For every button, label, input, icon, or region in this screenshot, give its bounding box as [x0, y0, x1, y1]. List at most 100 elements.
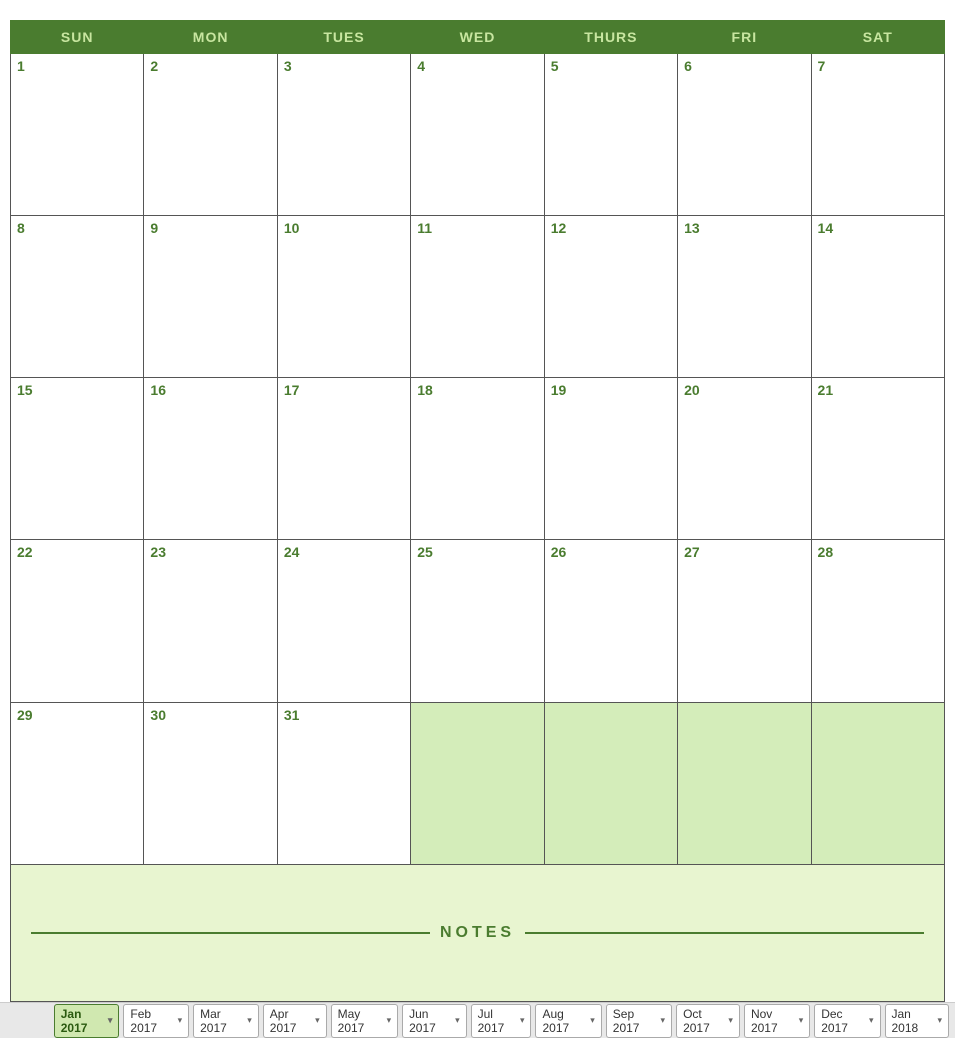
day-number: 6 — [684, 58, 692, 74]
month-tab-label: Apr 2017 — [270, 1007, 313, 1035]
month-tab-mar-2017[interactable]: Mar 2017▾ — [193, 1004, 259, 1038]
chevron-down-icon: ▾ — [108, 1015, 113, 1026]
day-cell-4-0: 29 — [11, 702, 144, 864]
day-cell-1-0: 8 — [11, 216, 144, 378]
day-cell-3-5: 27 — [678, 540, 811, 702]
day-cell-0-1: 2 — [144, 54, 277, 216]
chevron-down-icon: ▾ — [661, 1015, 666, 1026]
day-number: 30 — [150, 707, 166, 723]
day-number: 22 — [17, 544, 33, 560]
chevron-down-icon: ▾ — [869, 1015, 874, 1026]
day-cell-0-6: 7 — [811, 54, 944, 216]
day-number: 3 — [284, 58, 292, 74]
day-number: 5 — [551, 58, 559, 74]
month-tab-feb-2017[interactable]: Feb 2017▾ — [123, 1004, 189, 1038]
header-thurs: THURS — [544, 21, 677, 54]
list-icon[interactable] — [30, 1010, 50, 1032]
week-row-1: 8 9 10 11 12 13 14 — [11, 216, 945, 378]
day-cell-4-5 — [678, 702, 811, 864]
day-cell-4-2: 31 — [277, 702, 410, 864]
day-number: 1 — [17, 58, 25, 74]
month-tab-apr-2017[interactable]: Apr 2017▾ — [263, 1004, 327, 1038]
day-number: 11 — [417, 220, 432, 236]
month-tab-sep-2017[interactable]: Sep 2017▾ — [606, 1004, 672, 1038]
day-cell-2-0: 15 — [11, 378, 144, 540]
notes-line-right — [525, 932, 924, 934]
day-number: 18 — [417, 382, 433, 398]
month-tab-jul-2017[interactable]: Jul 2017▾ — [471, 1004, 532, 1038]
header-mon: MON — [144, 21, 277, 54]
day-number: 17 — [284, 382, 300, 398]
day-number: 25 — [417, 544, 433, 560]
month-tab-label: Jan 2018 — [892, 1007, 936, 1035]
month-tab-label: Jan 2017 — [61, 1007, 106, 1035]
week-row-3: 22 23 24 25 26 27 28 — [11, 540, 945, 702]
calendar-table: SUNMONTUESWEDTHURSFRISAT 123456789101112… — [10, 20, 945, 1002]
day-number: 15 — [17, 382, 33, 398]
header-sun: SUN — [11, 21, 144, 54]
chevron-down-icon: ▾ — [247, 1015, 252, 1026]
day-cell-1-6: 14 — [811, 216, 944, 378]
chevron-down-icon: ▾ — [937, 1015, 942, 1026]
week-row-0: 1234567 — [11, 54, 945, 216]
day-cell-4-6 — [811, 702, 944, 864]
chevron-down-icon: ▾ — [520, 1015, 525, 1026]
day-cell-2-3: 18 — [411, 378, 544, 540]
month-tab-jun-2017[interactable]: Jun 2017▾ — [402, 1004, 466, 1038]
notes-label: NOTES — [440, 924, 515, 942]
month-tab-nov-2017[interactable]: Nov 2017▾ — [744, 1004, 810, 1038]
day-cell-0-2: 3 — [277, 54, 410, 216]
day-number: 29 — [17, 707, 33, 723]
day-number: 13 — [684, 220, 700, 236]
day-number: 27 — [684, 544, 700, 560]
month-tab-label: Jun 2017 — [409, 1007, 453, 1035]
day-number: 9 — [150, 220, 158, 236]
month-tab-label: May 2017 — [338, 1007, 385, 1035]
day-number: 21 — [818, 382, 834, 398]
chevron-down-icon: ▾ — [728, 1015, 733, 1026]
day-cell-1-1: 9 — [144, 216, 277, 378]
day-cell-3-6: 28 — [811, 540, 944, 702]
header-wed: WED — [411, 21, 544, 54]
month-tab-label: Oct 2017 — [683, 1007, 726, 1035]
bottom-bar: Jan 2017▾Feb 2017▾Mar 2017▾Apr 2017▾May … — [0, 1002, 955, 1038]
month-tab-aug-2017[interactable]: Aug 2017▾ — [535, 1004, 601, 1038]
header-fri: FRI — [678, 21, 811, 54]
month-tab-dec-2017[interactable]: Dec 2017▾ — [814, 1004, 880, 1038]
day-cell-1-4: 12 — [544, 216, 677, 378]
header-row: SUNMONTUESWEDTHURSFRISAT — [11, 21, 945, 54]
day-cell-2-6: 21 — [811, 378, 944, 540]
month-tab-oct-2017[interactable]: Oct 2017▾ — [676, 1004, 740, 1038]
add-icon[interactable] — [6, 1010, 26, 1032]
day-cell-4-3 — [411, 702, 544, 864]
chevron-down-icon: ▾ — [315, 1015, 320, 1026]
day-cell-3-4: 26 — [544, 540, 677, 702]
day-number: 31 — [284, 707, 300, 723]
month-tab-label: Nov 2017 — [751, 1007, 797, 1035]
chevron-down-icon: ▾ — [387, 1015, 392, 1026]
day-number: 12 — [551, 220, 567, 236]
day-cell-3-3: 25 — [411, 540, 544, 702]
month-tab-label: Sep 2017 — [613, 1007, 659, 1035]
day-cell-3-1: 23 — [144, 540, 277, 702]
day-cell-2-4: 19 — [544, 378, 677, 540]
month-tab-label: Jul 2017 — [478, 1007, 518, 1035]
month-tab-label: Mar 2017 — [200, 1007, 245, 1035]
header-sat: SAT — [811, 21, 944, 54]
chevron-down-icon: ▾ — [178, 1015, 183, 1026]
day-number: 4 — [417, 58, 425, 74]
day-number: 8 — [17, 220, 25, 236]
day-number: 7 — [818, 58, 826, 74]
header-tues: TUES — [277, 21, 410, 54]
month-tab-jan-2017[interactable]: Jan 2017▾ — [54, 1004, 120, 1038]
day-number: 10 — [284, 220, 300, 236]
day-number: 24 — [284, 544, 300, 560]
month-tab-jan-2018[interactable]: Jan 2018▾ — [885, 1004, 949, 1038]
calendar-title — [10, 0, 945, 20]
notes-line-left — [31, 932, 430, 934]
month-tab-may-2017[interactable]: May 2017▾ — [331, 1004, 398, 1038]
day-cell-0-3: 4 — [411, 54, 544, 216]
day-cell-1-3: 11 — [411, 216, 544, 378]
day-cell-0-0: 1 — [11, 54, 144, 216]
day-cell-1-2: 10 — [277, 216, 410, 378]
